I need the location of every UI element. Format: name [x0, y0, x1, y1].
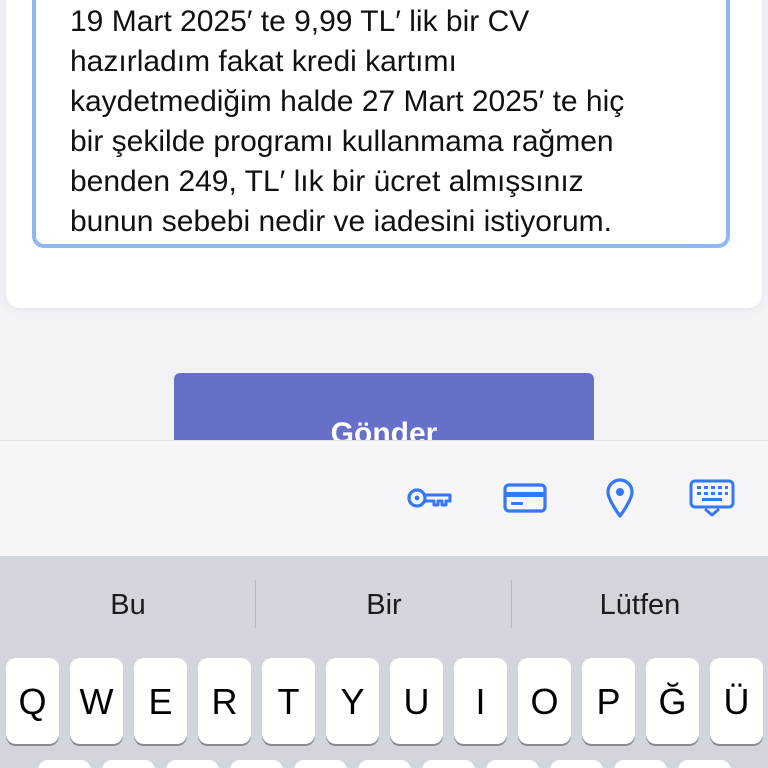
key-row2-d[interactable]: [166, 760, 219, 768]
key-row2-s[interactable]: [102, 760, 155, 768]
key-i[interactable]: I: [454, 658, 507, 744]
autofill-accessory-bar: [0, 440, 768, 557]
suggestion-1[interactable]: Bu: [0, 556, 256, 652]
screen: 19 Mart 2025′ te 9,99 TL′ lik bir CV haz…: [0, 0, 768, 768]
key-row2-g[interactable]: [294, 760, 347, 768]
keyboard-dismiss-icon[interactable]: [688, 478, 736, 518]
suggestion-divider: [511, 580, 512, 628]
key-row2-s-cedilla[interactable]: [614, 760, 667, 768]
message-textarea[interactable]: 19 Mart 2025′ te 9,99 TL′ lik bir CV haz…: [32, 0, 730, 248]
key-e[interactable]: E: [134, 658, 187, 744]
credit-card-icon[interactable]: [501, 478, 549, 518]
key-row2-k[interactable]: [486, 760, 539, 768]
key-row2-h[interactable]: [358, 760, 411, 768]
key-g-breve[interactable]: Ğ: [646, 658, 699, 744]
key-row2-a[interactable]: [38, 760, 91, 768]
key-q[interactable]: Q: [6, 658, 59, 744]
key-r[interactable]: R: [198, 658, 251, 744]
key-y[interactable]: Y: [326, 658, 379, 744]
key-o[interactable]: O: [518, 658, 571, 744]
suggestion-3[interactable]: Lütfen: [512, 556, 768, 652]
key-w[interactable]: W: [70, 658, 123, 744]
key-row2-f[interactable]: [230, 760, 283, 768]
key-row2-l[interactable]: [550, 760, 603, 768]
key-u-umlaut[interactable]: Ü: [710, 658, 763, 744]
key-icon[interactable]: [406, 478, 454, 518]
location-pin-icon[interactable]: [596, 478, 644, 518]
key-row2-j[interactable]: [422, 760, 475, 768]
suggestion-divider: [255, 580, 256, 628]
suggestion-bar: Bu Bir Lütfen: [0, 556, 768, 652]
key-row2-i-dotted[interactable]: [678, 760, 731, 768]
suggestion-2[interactable]: Bir: [256, 556, 512, 652]
key-t[interactable]: T: [262, 658, 315, 744]
message-text: 19 Mart 2025′ te 9,99 TL′ lik bir CV haz…: [70, 5, 625, 238]
key-u[interactable]: U: [390, 658, 443, 744]
key-p[interactable]: P: [582, 658, 635, 744]
